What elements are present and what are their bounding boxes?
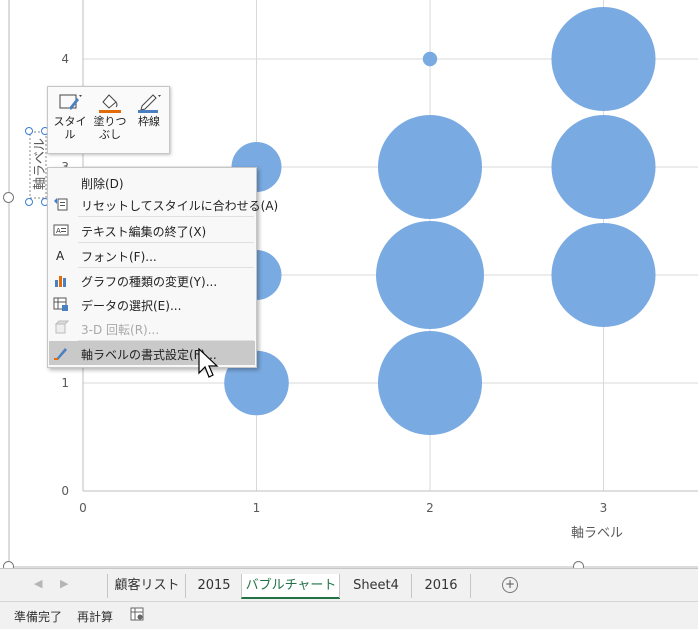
sheet-tab-2015[interactable]: 2015 <box>185 574 242 598</box>
sheet-tab-bar: ◀ ▶ 顧客リスト 2015 バブルチャート Sheet4 2016 + <box>0 568 698 602</box>
exit-text-edit-icon: A <box>53 222 69 238</box>
select-data-icon <box>53 296 69 312</box>
y-tick-label: 0 <box>61 484 69 498</box>
mini-toolbar: スタイ ル 塗りつ ぶし 枠線 <box>47 86 170 154</box>
status-recalculate[interactable]: 再計算 <box>77 608 113 625</box>
scroll-right-icon[interactable]: ▶ <box>60 577 68 590</box>
format-axis-title-icon <box>53 345 69 361</box>
bubble-point[interactable] <box>422 51 438 67</box>
x-tick-label: 1 <box>253 501 261 515</box>
font-icon: A <box>53 247 69 263</box>
menu-item-label: リセットしてスタイルに合わせる(A) <box>81 199 279 213</box>
svg-text:A: A <box>56 227 61 235</box>
x-tick-label: 3 <box>600 501 608 515</box>
menu-item-label: グラフの種類の変更(Y)... <box>81 275 218 289</box>
sheet-tab-sheet4[interactable]: Sheet4 <box>339 574 412 598</box>
bubble-point[interactable] <box>551 114 656 220</box>
pen-outline-icon <box>138 94 161 113</box>
status-bar: 準備完了 再計算 <box>0 601 698 629</box>
sheet-tab-customer-list[interactable]: 顧客リスト <box>107 574 186 598</box>
style-button-label: スタイ ル <box>53 115 87 141</box>
menu-item-change-chart-type[interactable]: グラフの種類の変更(Y)... <box>49 268 255 292</box>
reset-style-icon <box>53 196 69 212</box>
menu-item-3d-rotation: 3-D 回転(R)... <box>49 316 255 340</box>
menu-item-select-data[interactable]: データの選択(E)... <box>49 292 255 316</box>
bubble-point[interactable] <box>377 330 483 436</box>
menu-item-label: データの選択(E)... <box>81 299 182 313</box>
svg-text:A: A <box>56 249 65 263</box>
bubble-point[interactable] <box>377 114 483 220</box>
bubble-point[interactable] <box>551 222 656 328</box>
menu-item-exit-text-edit[interactable]: A テキスト編集の終了(X) <box>49 218 255 242</box>
scroll-left-icon[interactable]: ◀ <box>34 577 42 590</box>
chart-resize-handle[interactable] <box>3 561 14 568</box>
sheet-tab-bubble-chart[interactable]: バブルチャート <box>241 574 340 599</box>
fill-button[interactable]: 塗りつ ぶし <box>92 90 128 150</box>
fill-button-label: 塗りつ ぶし <box>93 115 127 141</box>
menu-item-label: フォント(F)... <box>81 250 157 264</box>
menu-item-reset-style[interactable]: リセットしてスタイルに合わせる(A) <box>49 192 278 216</box>
menu-item-format-axis-title[interactable]: 軸ラベルの書式設定(F)... <box>49 341 255 365</box>
x-axis-title[interactable]: 軸ラベル <box>571 526 623 541</box>
chart-type-icon <box>53 272 69 288</box>
chart-resize-handle[interactable] <box>3 192 14 203</box>
macro-record-icon[interactable] <box>130 607 144 624</box>
y-title-handle[interactable] <box>25 198 33 206</box>
mouse-cursor-icon <box>198 348 219 378</box>
y-title-handle[interactable] <box>25 127 33 135</box>
status-ready: 準備完了 <box>14 610 63 624</box>
menu-item-label: テキスト編集の終了(X) <box>81 225 207 239</box>
outline-button-label: 枠線 <box>138 115 160 128</box>
y-tick-label: 1 <box>61 376 69 390</box>
context-menu: 削除(D) リセットしてスタイルに合わせる(A) A テキスト編集の終了(X) … <box>47 167 278 368</box>
bubble-point[interactable] <box>376 221 484 329</box>
x-tick-label: 2 <box>426 501 434 515</box>
menu-item-font[interactable]: A フォント(F)... <box>49 243 255 267</box>
outline-button[interactable]: 枠線 <box>132 90 166 150</box>
menu-item-label: 3-D 回転(R)... <box>81 323 160 337</box>
style-brush-icon <box>59 94 82 110</box>
delete-icon <box>53 174 69 190</box>
x-tick-label: 0 <box>79 501 87 515</box>
menu-item-label: 軸ラベルの書式設定(F)... <box>81 348 217 362</box>
style-button[interactable]: スタイ ル <box>52 90 88 150</box>
bubble-point[interactable] <box>551 6 656 112</box>
menu-item-label: 削除(D) <box>81 177 124 191</box>
3d-rotation-icon <box>53 320 70 336</box>
paint-bucket-icon <box>99 94 121 113</box>
y-tick-label: 4 <box>61 52 69 66</box>
menu-separator <box>78 216 254 217</box>
menu-item-delete[interactable]: 削除(D) <box>49 170 255 194</box>
chart-resize-handle[interactable] <box>573 561 584 568</box>
sheet-tab-2016[interactable]: 2016 <box>411 574 471 598</box>
add-sheet-icon[interactable]: + <box>502 577 518 593</box>
